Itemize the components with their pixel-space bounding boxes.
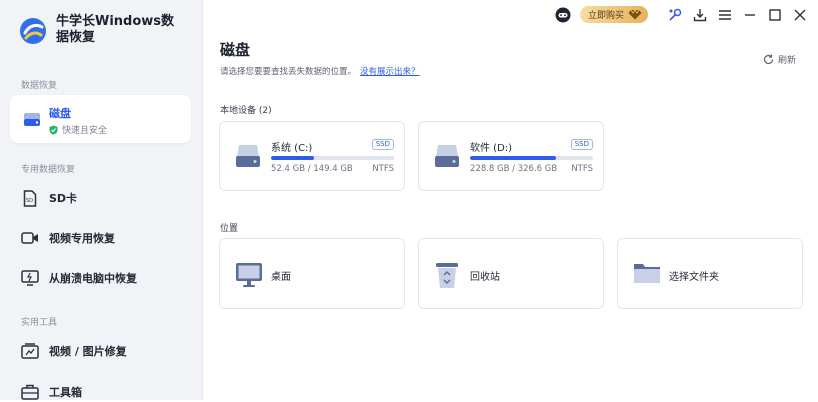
location-card-desktop[interactable]: 桌面 bbox=[219, 238, 405, 309]
section-title-special-recovery: 专用数据恢复 bbox=[21, 165, 76, 175]
drive-filesystem: NTFS bbox=[571, 164, 593, 174]
location-name: 选择文件夹 bbox=[669, 272, 719, 283]
sd-card-icon: SD bbox=[20, 188, 40, 208]
page-description-text: 请选择您要要查找丢失数据的位置。 bbox=[220, 67, 357, 77]
sidebar: 牛学长Windows数据恢复 数据恢复 磁盘 快速且安全 专用数据恢复 SD S… bbox=[0, 0, 203, 400]
ssd-badge: SSD bbox=[371, 139, 394, 150]
usage-bar-fill bbox=[271, 156, 315, 160]
drive-size: 52.4 GB / 149.4 GB bbox=[271, 164, 353, 174]
sidebar-item-media-repair[interactable]: 视频 / 图片修复 bbox=[20, 341, 127, 361]
app-logo-icon bbox=[20, 18, 46, 44]
sidebar-item-sd-card[interactable]: SD SD卡 bbox=[20, 188, 77, 208]
sidebar-item-video-recovery-label: 视频专用恢复 bbox=[49, 232, 115, 245]
refresh-button[interactable]: 刷新 bbox=[763, 53, 796, 66]
location-name: 回收站 bbox=[470, 272, 500, 283]
close-icon[interactable] bbox=[792, 7, 808, 23]
location-card-recycle-bin[interactable]: 回收站 bbox=[418, 238, 604, 309]
tools-icon[interactable] bbox=[667, 7, 683, 23]
svg-text:SD: SD bbox=[26, 198, 33, 204]
local-devices-title: 本地设备 (2) bbox=[220, 106, 272, 116]
ssd-badge: SSD bbox=[570, 139, 593, 150]
minimize-icon[interactable] bbox=[742, 7, 758, 23]
sidebar-item-disk[interactable]: 磁盘 快速且安全 bbox=[10, 95, 191, 143]
help-link[interactable]: 没有展示出来？ bbox=[360, 67, 420, 77]
sidebar-item-sd-card-label: SD卡 bbox=[49, 192, 78, 205]
drive-name: 软件 (D:) bbox=[470, 143, 513, 154]
video-icon bbox=[20, 228, 40, 248]
title-bar: 立即购买 bbox=[555, 6, 808, 23]
recycle-bin-icon bbox=[436, 263, 458, 288]
shield-check-icon bbox=[49, 125, 58, 134]
user-avatar-icon[interactable] bbox=[555, 7, 571, 23]
location-name: 桌面 bbox=[271, 272, 291, 283]
usage-bar bbox=[470, 156, 593, 160]
toolbox-icon bbox=[20, 382, 40, 402]
brand: 牛学长Windows数据恢复 bbox=[18, 14, 176, 46]
locations-title: 位置 bbox=[220, 224, 239, 234]
crashed-pc-icon bbox=[20, 268, 40, 288]
page-title: 磁盘 bbox=[220, 41, 251, 59]
sidebar-item-crash-recovery-label: 从崩溃电脑中恢复 bbox=[49, 272, 137, 285]
sidebar-item-media-repair-label: 视频 / 图片修复 bbox=[49, 345, 127, 358]
app-name: 牛学长Windows数据恢复 bbox=[56, 14, 175, 45]
hard-drive-icon bbox=[236, 145, 260, 167]
sidebar-item-disk-sub: 快速且安全 bbox=[49, 123, 107, 136]
drive-card-d[interactable]: 软件 (D:) SSD 228.8 GB / 326.6 GB NTFS bbox=[418, 121, 604, 191]
drive-name: 系统 (C:) bbox=[271, 143, 313, 154]
usage-bar-fill bbox=[470, 156, 557, 160]
sidebar-item-disk-label: 磁盘 bbox=[49, 107, 71, 120]
sidebar-item-toolbox[interactable]: 工具箱 bbox=[20, 382, 82, 402]
disk-icon bbox=[24, 113, 40, 126]
refresh-icon bbox=[763, 54, 774, 65]
sidebar-item-video-recovery[interactable]: 视频专用恢复 bbox=[20, 228, 115, 248]
menu-icon[interactable] bbox=[717, 7, 733, 23]
sidebar-item-crash-recovery[interactable]: 从崩溃电脑中恢复 bbox=[20, 268, 137, 288]
desktop-icon bbox=[236, 263, 262, 287]
sidebar-item-disk-sub-text: 快速且安全 bbox=[62, 126, 108, 136]
drive-card-c[interactable]: 系统 (C:) SSD 52.4 GB / 149.4 GB NTFS bbox=[219, 121, 405, 191]
location-card-select-folder[interactable]: 选择文件夹 bbox=[617, 238, 803, 309]
download-icon[interactable] bbox=[692, 7, 708, 23]
page-description: 请选择您要要查找丢失数据的位置。 没有展示出来？ bbox=[220, 65, 420, 77]
hard-drive-icon bbox=[435, 145, 459, 167]
buy-now-label: 立即购买 bbox=[587, 11, 624, 21]
folder-icon bbox=[634, 264, 660, 283]
buy-now-button[interactable]: 立即购买 bbox=[579, 6, 648, 23]
diamond-icon bbox=[628, 9, 642, 20]
refresh-label: 刷新 bbox=[777, 56, 796, 66]
drive-filesystem: NTFS bbox=[372, 164, 394, 174]
section-title-tools: 实用工具 bbox=[21, 318, 58, 328]
sidebar-item-toolbox-label: 工具箱 bbox=[49, 386, 82, 399]
media-repair-icon bbox=[20, 341, 40, 361]
section-title-data-recovery: 数据恢复 bbox=[21, 81, 58, 91]
maximize-icon[interactable] bbox=[767, 7, 783, 23]
drive-size: 228.8 GB / 326.6 GB bbox=[470, 164, 558, 174]
usage-bar bbox=[271, 156, 394, 160]
